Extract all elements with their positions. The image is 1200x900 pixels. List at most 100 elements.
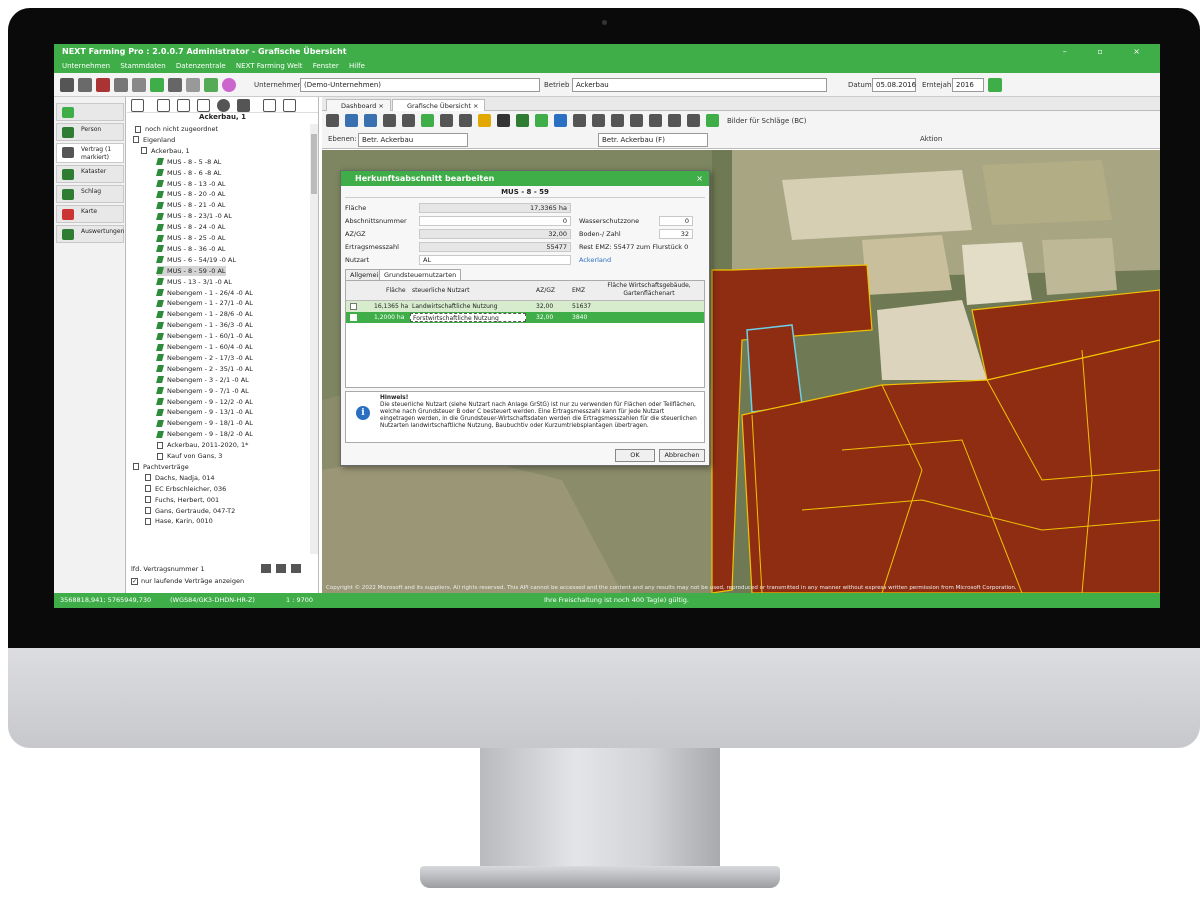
menu-hilfe[interactable]: Hilfe <box>349 62 365 70</box>
nav-auswertungen[interactable]: Auswertungen <box>56 225 124 243</box>
weather-icon[interactable] <box>186 78 200 92</box>
tree-item[interactable]: Nebengem - 2 - 35/1 -0 AL <box>156 364 253 374</box>
erntejahr-select[interactable]: 2016 <box>952 78 984 92</box>
pin-icon[interactable] <box>706 114 719 127</box>
tree-item[interactable]: Hase, Karin, 0010 <box>145 516 213 526</box>
calendar-icon[interactable] <box>168 78 182 92</box>
col-azgz[interactable]: AZ/GZ <box>536 287 555 294</box>
machine-icon[interactable] <box>132 78 146 92</box>
cancel-button[interactable]: Abbrechen <box>659 449 705 462</box>
copy-icon[interactable] <box>687 114 700 127</box>
tree-item[interactable]: MUS - 8 - 24 -0 AL <box>156 222 226 232</box>
tree-scrollbar[interactable] <box>310 124 318 554</box>
tree-item[interactable]: Ackerbau, 2011-2020, 1* <box>157 440 248 450</box>
expand-icon[interactable] <box>402 114 415 127</box>
tree-item[interactable]: MUS - 8 - 13 -0 AL <box>156 179 226 189</box>
menu-next-farming-welt[interactable]: NEXT Farming Welt <box>236 62 303 70</box>
tree-item[interactable]: noch nicht zugeordnet <box>135 124 218 134</box>
table-row[interactable]: 16,1365 ha Landwirtschaftliche Nutzung 3… <box>346 301 704 312</box>
checkbox[interactable]: ✓ <box>131 577 138 585</box>
save-icon[interactable] <box>291 564 301 573</box>
tree-item[interactable]: MUS - 6 - 54/19 -0 AL <box>156 255 236 265</box>
tree-item[interactable]: Fuchs, Herbert, 001 <box>145 495 219 505</box>
tree-item[interactable]: Nebengem - 3 - 2/1 -0 AL <box>156 375 249 385</box>
tree-item[interactable]: Nebengem - 1 - 28/6 -0 AL <box>156 309 253 319</box>
printer-icon[interactable] <box>261 564 271 573</box>
tree-item[interactable]: Nebengem - 1 - 27/1 -0 AL <box>156 298 253 308</box>
home-icon[interactable] <box>60 78 74 92</box>
tree-item[interactable]: Kauf von Gans, 3 <box>157 451 222 461</box>
nav-schlag[interactable]: Schlag <box>56 185 124 203</box>
tree-item[interactable]: Dachs, Nadja, 014 <box>145 473 215 483</box>
search-icon[interactable] <box>478 114 491 127</box>
field-selected[interactable] <box>746 324 803 413</box>
row-nutzart[interactable]: Forstwirtschaftliche Nutzung <box>410 313 526 322</box>
menu-fenster[interactable]: Fenster <box>313 62 339 70</box>
nav-karte[interactable]: Karte <box>56 205 124 223</box>
table-icon[interactable] <box>611 114 624 127</box>
menu-stammdaten[interactable]: Stammdaten <box>120 62 165 70</box>
window-buttons[interactable]: – ▫ × <box>1063 44 1154 60</box>
betrieb-select[interactable]: Ackerbau <box>572 78 827 92</box>
zoom-window-icon[interactable] <box>459 114 472 127</box>
move-icon[interactable] <box>421 114 434 127</box>
menu-unternehmen[interactable]: Unternehmen <box>62 62 110 70</box>
tab-grundsteuernutzarten[interactable]: Grundsteuernutzarten <box>379 269 462 280</box>
nav-vertrag[interactable]: Vertrag (1 markiert) <box>56 143 124 163</box>
new-doc-icon[interactable] <box>131 99 144 112</box>
tab-dashboard[interactable]: Dashboard × <box>326 99 391 111</box>
tractor-icon[interactable] <box>96 78 110 92</box>
zoom-out-icon[interactable] <box>364 114 377 127</box>
ebenen-select[interactable]: Betr. Ackerbau <box>358 133 468 147</box>
betrieb-layer-select[interactable]: Betr. Ackerbau (F) <box>598 133 708 147</box>
image-icon[interactable] <box>516 114 529 127</box>
tree-item[interactable]: Nebengem - 9 - 7/1 -0 AL <box>156 386 249 396</box>
row-checkbox[interactable] <box>350 314 357 321</box>
aktion-label[interactable]: Aktion <box>920 135 942 143</box>
nav-kataster[interactable]: Kataster <box>56 165 124 183</box>
location-icon[interactable] <box>222 78 236 92</box>
tree-item[interactable]: Nebengem - 2 - 17/3 -0 AL <box>156 353 253 363</box>
text-icon[interactable] <box>497 114 510 127</box>
tree-item[interactable]: Eigenland <box>133 135 175 145</box>
close-icon[interactable]: × <box>696 171 703 186</box>
scroll-thumb[interactable] <box>311 134 317 194</box>
tree-item[interactable]: MUS - 8 - 6 -8 AL <box>156 168 221 178</box>
tree-item[interactable]: Nebengem - 1 - 36/3 -0 AL <box>156 320 253 330</box>
page-icon[interactable] <box>263 99 276 112</box>
bodenzahl-input[interactable]: 32 <box>659 229 693 239</box>
tree-item[interactable]: Gans, Gertraude, 047-T2 <box>145 506 235 516</box>
settings-icon[interactable] <box>326 114 339 127</box>
tree-item[interactable]: Nebengem - 1 - 26/4 -0 AL <box>156 288 253 298</box>
tree-item[interactable]: MUS - 8 - 5 -8 AL <box>156 157 221 167</box>
grid-icon[interactable] <box>535 114 548 127</box>
find-icon[interactable] <box>592 114 605 127</box>
tree-item[interactable]: EC Erbschleicher, 036 <box>145 484 226 494</box>
crop-icon[interactable] <box>150 78 164 92</box>
tree-item[interactable]: MUS - 8 - 20 -0 AL <box>156 189 226 199</box>
col-emz[interactable]: EMZ <box>572 287 585 294</box>
tree-item[interactable]: MUS - 8 - 25 -0 AL <box>156 233 226 243</box>
unternehmen-select[interactable]: (Demo-Unternehmen) <box>300 78 540 92</box>
wasser-input[interactable]: 0 <box>659 216 693 226</box>
print-icon[interactable] <box>649 114 662 127</box>
layers-icon[interactable] <box>573 114 586 127</box>
datum-input[interactable]: 05.08.2016 <box>872 78 916 92</box>
chart-icon[interactable] <box>554 114 567 127</box>
tree-item[interactable]: MUS - 8 - 21 -0 AL <box>156 200 226 210</box>
tree-item[interactable]: MUS - 13 - 3/1 -0 AL <box>156 277 232 287</box>
doc-icon[interactable] <box>157 99 170 112</box>
tree-item[interactable]: Nebengem - 1 - 60/4 -0 AL <box>156 342 253 352</box>
bilder-label[interactable]: Bilder für Schläge (BC) <box>727 117 807 125</box>
col-wirtschaftsgebaeude[interactable]: Fläche Wirtschaftsgebäude, Gartenflächen… <box>594 282 704 298</box>
plant-icon[interactable] <box>204 78 218 92</box>
cattle-icon[interactable] <box>78 78 92 92</box>
col-flaeche[interactable]: Fläche <box>386 287 406 294</box>
fit-icon[interactable] <box>383 114 396 127</box>
nav-collapse[interactable] <box>56 103 124 121</box>
tree-item[interactable]: Nebengem - 9 - 18/1 -0 AL <box>156 418 253 428</box>
tree-item[interactable]: Ackerbau, 1 <box>141 146 190 156</box>
tree-item[interactable]: Pachtverträge <box>133 462 189 472</box>
select-icon[interactable] <box>440 114 453 127</box>
tree-item[interactable]: Nebengem - 9 - 13/1 -0 AL <box>156 407 253 417</box>
